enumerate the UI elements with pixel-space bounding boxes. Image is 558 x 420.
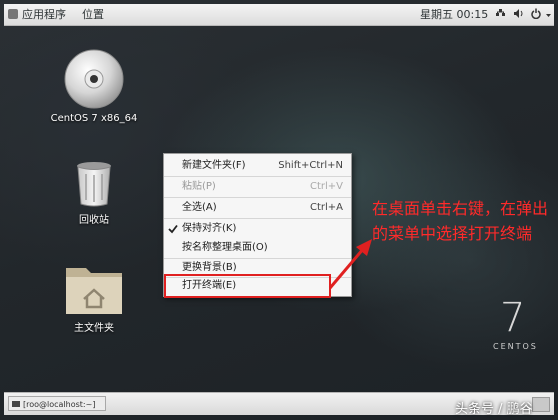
menu-item-label: 粘贴(P) (182, 181, 216, 192)
annotation-text: 在桌面单击右键，在弹出的菜单中选择打开终端 (372, 199, 549, 243)
menu-item-label: 按名称整理桌面(O) (182, 242, 268, 253)
centos-wordmark: CENTOS (493, 342, 538, 351)
desktop-icon-label: 回收站 (79, 215, 109, 226)
desktop-icon-label: 主文件夹 (74, 323, 114, 334)
home-folder-icon (66, 268, 122, 314)
desktop-icon-label: CentOS 7 x86_64 (50, 113, 138, 124)
top-panel: 应用程序 位置 星期五 00:15 (4, 4, 554, 26)
workspace-switcher[interactable] (532, 397, 550, 412)
taskbar-window-label: [roo@localhost:~] (23, 400, 96, 409)
desktop-icon-trash[interactable]: 回收站 (48, 160, 140, 226)
optical-disc-icon (64, 49, 124, 109)
menu-item-new-folder[interactable]: 新建文件夹(F) Shift+Ctrl+N (164, 156, 351, 176)
desktop-background[interactable]: 应用程序 位置 星期五 00:15 CentOS 7 x86_64 回收站 主文… (0, 0, 558, 420)
power-icon[interactable] (531, 8, 552, 22)
menu-item-paste[interactable]: 粘贴(P) Ctrl+V (164, 177, 351, 197)
annotation-arrow-icon (328, 239, 372, 289)
desktop-icon-home[interactable]: 主文件夹 (48, 262, 140, 334)
taskbar-window-button[interactable]: [roo@localhost:~] (8, 396, 106, 411)
centos-version-numeral: 7 (500, 295, 526, 341)
volume-icon[interactable] (513, 8, 525, 22)
watermark: 头条号 / 鹏谷 (455, 402, 533, 417)
clock[interactable]: 星期五 00:15 (420, 8, 488, 21)
checkmark-icon (168, 224, 178, 234)
desktop-icon-dvd[interactable]: CentOS 7 x86_64 (48, 48, 140, 124)
menu-item-label: 全选(A) (182, 202, 217, 213)
applications-icon (8, 9, 18, 19)
applications-menu-label: 应用程序 (22, 8, 66, 21)
menu-item-label: 新建文件夹(F) (182, 160, 246, 171)
trash-icon (77, 162, 111, 207)
places-menu[interactable]: 位置 (82, 8, 104, 21)
applications-menu[interactable]: 应用程序 (8, 8, 66, 21)
network-icon[interactable] (495, 8, 506, 22)
menu-item-shortcut: Ctrl+V (309, 181, 343, 192)
menu-item-keep-aligned[interactable]: 保持对齐(K) (164, 219, 351, 239)
menu-item-shortcut: Ctrl+A (309, 202, 343, 213)
terminal-icon (12, 401, 20, 407)
menu-item-organize-by-name[interactable]: 按名称整理桌面(O) (164, 238, 351, 258)
menu-item-label: 保持对齐(K) (182, 223, 237, 234)
menu-item-shortcut: Shift+Ctrl+N (278, 160, 343, 171)
annotation-highlight-box (164, 274, 331, 298)
chevron-down-icon (545, 14, 551, 17)
menu-item-select-all[interactable]: 全选(A) Ctrl+A (164, 198, 351, 218)
